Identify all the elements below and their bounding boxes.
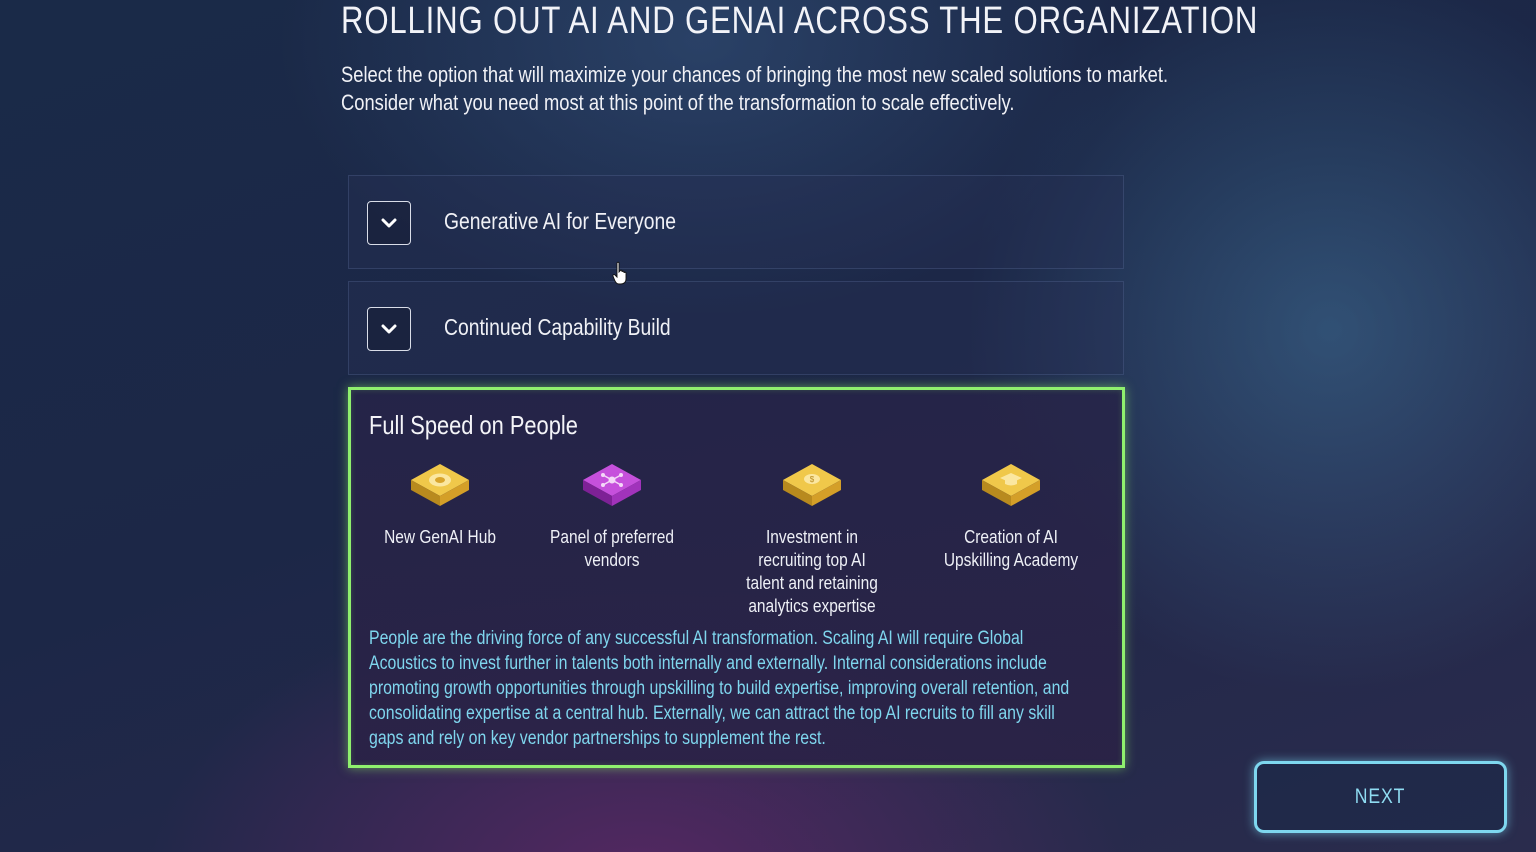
page-instructions: Select the option that will maximize you… xyxy=(341,62,1169,115)
selected-option-title: Full Speed on People xyxy=(369,410,578,440)
selected-option-panel[interactable]: Full Speed on People New GenAI Hub Panel… xyxy=(348,387,1125,768)
svg-text:$: $ xyxy=(810,475,815,484)
next-button[interactable]: NEXT xyxy=(1254,761,1507,833)
expand-button[interactable] xyxy=(367,201,411,245)
feature-label: New GenAI Hub xyxy=(384,527,496,547)
feature-ai-upskilling-academy: Creation of AI Upskilling Academy xyxy=(926,462,1096,572)
selected-option-description: People are the driving force of any succ… xyxy=(369,628,1070,749)
hand-cursor-icon xyxy=(612,261,627,285)
feature-label: Panel of preferred vendors xyxy=(550,527,674,570)
hub-icon xyxy=(411,464,469,506)
feature-label: Investment in recruiting top AI talent a… xyxy=(746,527,878,616)
feature-panel-of-preferred-vendors: Panel of preferred vendors xyxy=(527,462,697,572)
feature-investment-in-talent: $ Investment in recruiting top AI talent… xyxy=(727,462,897,618)
graduation-cap-icon xyxy=(982,464,1040,506)
chevron-down-icon xyxy=(381,218,397,228)
option-label: Generative AI for Everyone xyxy=(444,208,676,234)
option-continued-capability-build[interactable]: Continued Capability Build xyxy=(348,281,1124,375)
vendors-icon xyxy=(583,464,641,506)
next-button-label: NEXT xyxy=(1355,785,1406,808)
chevron-down-icon xyxy=(381,324,397,334)
page-title: ROLLING OUT AI AND GENAI ACROSS THE ORGA… xyxy=(341,0,1259,42)
expand-button[interactable] xyxy=(367,307,411,351)
option-label: Continued Capability Build xyxy=(444,314,671,340)
feature-label: Creation of AI Upskilling Academy xyxy=(943,527,1079,570)
investment-icon: $ xyxy=(783,464,841,506)
option-generative-ai-for-everyone[interactable]: Generative AI for Everyone xyxy=(348,175,1124,269)
feature-new-genai-hub: New GenAI Hub xyxy=(355,462,525,549)
